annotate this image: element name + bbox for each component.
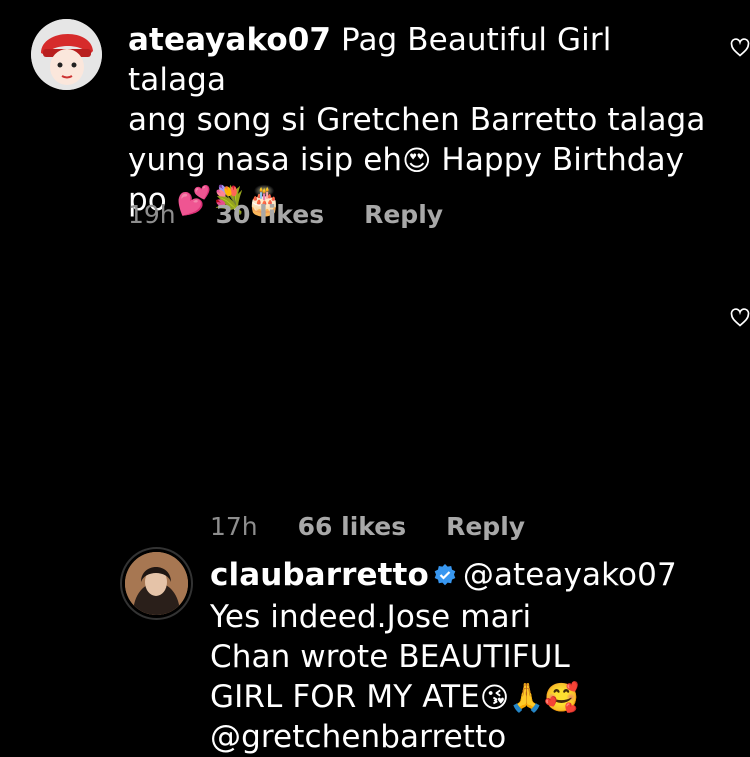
like-heart-icon[interactable] bbox=[730, 308, 750, 328]
kissing-emoji-icon: 😘 bbox=[479, 680, 510, 714]
avatar-photo-icon bbox=[125, 552, 188, 615]
comment-meta: 17h 66 likes Reply bbox=[210, 512, 565, 541]
reply-button[interactable]: Reply bbox=[364, 200, 443, 229]
comment-body-line: Yes indeed.Jose mari bbox=[210, 598, 532, 635]
reply-button[interactable]: Reply bbox=[446, 512, 525, 541]
comment-body-line: Chan wrote BEAUTIFUL bbox=[210, 638, 570, 675]
smiling-hearts-emoji-icon: 🥰 bbox=[544, 680, 580, 714]
mention-link[interactable]: @gretchenbarretto bbox=[210, 719, 506, 755]
avatar[interactable] bbox=[31, 19, 102, 90]
comment-username[interactable]: claubarretto bbox=[210, 557, 429, 593]
comment-text: claubarretto @ateayako07 Yes indeed.Jose… bbox=[210, 555, 680, 757]
comment-meta: 19h 30 likes Reply bbox=[128, 200, 483, 229]
comment-time: 19h bbox=[128, 200, 176, 229]
verified-badge-icon bbox=[433, 557, 457, 597]
praying-hands-emoji-icon: 🙏 bbox=[509, 680, 545, 714]
avatar[interactable] bbox=[125, 552, 188, 615]
comment-body-line: GIRL FOR MY ATE bbox=[210, 678, 480, 715]
comment-text: ateayako07 Pag Beautiful Girl talaga ang… bbox=[128, 20, 718, 220]
reply-comment-item: claubarretto @ateayako07 Yes indeed.Jose… bbox=[0, 270, 750, 755]
comment-body-line: Happy Birthday bbox=[441, 142, 685, 178]
comment-likes[interactable]: 30 likes bbox=[216, 200, 324, 229]
like-heart-icon[interactable] bbox=[730, 38, 750, 58]
mention-link[interactable]: @ateayako07 bbox=[463, 557, 677, 593]
comment-username[interactable]: ateayako07 bbox=[128, 22, 331, 58]
comment-likes[interactable]: 66 likes bbox=[298, 512, 406, 541]
comment-body-line: yung nasa isip eh bbox=[128, 142, 403, 178]
comment-body-line: ang song si Gretchen Barretto talaga bbox=[128, 102, 706, 138]
comment-time: 17h bbox=[210, 512, 258, 541]
heart-eyes-emoji-icon: 😍 bbox=[402, 144, 432, 177]
avatar-cartoon-icon bbox=[31, 19, 102, 90]
comment-item: ateayako07 Pag Beautiful Girl talaga ang… bbox=[0, 0, 750, 260]
